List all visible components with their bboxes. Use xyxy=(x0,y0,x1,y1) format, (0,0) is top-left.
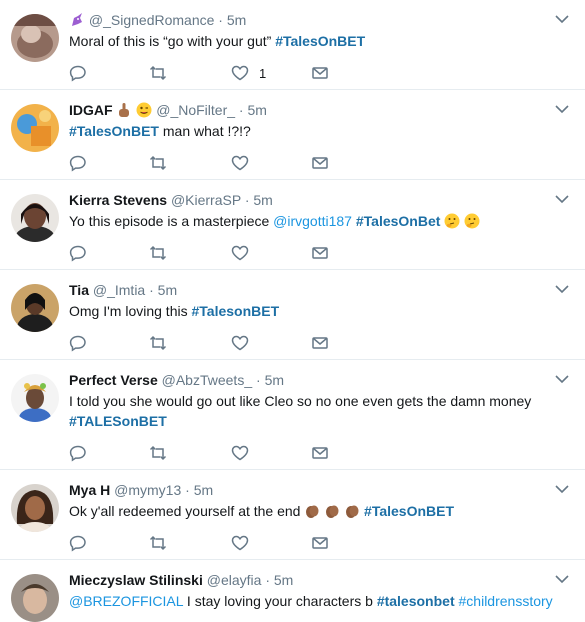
avatar[interactable] xyxy=(11,284,59,332)
tweet-text: Ok y'all redeemed yourself at the end #T… xyxy=(69,501,569,524)
tweet-handle[interactable]: @AbzTweets_ xyxy=(162,372,252,388)
heart-icon[interactable] xyxy=(231,533,249,553)
hashtag-link[interactable]: #TalesonBET xyxy=(192,303,280,319)
tweet-text: @BREZOFFICIAL I stay loving your charact… xyxy=(69,593,553,609)
tweet-actions xyxy=(69,333,369,353)
heart-icon[interactable] xyxy=(231,333,249,353)
mention-link[interactable]: @irvgotti187 xyxy=(273,213,352,229)
heart-icon[interactable] xyxy=(231,443,249,463)
heart-icon[interactable] xyxy=(231,153,249,173)
avatar[interactable] xyxy=(11,104,59,152)
tweet[interactable]: Mya H @mymy13 · 5m Ok y'all redeemed you… xyxy=(0,470,585,560)
clapping-hands-emoji-icon xyxy=(304,503,320,524)
tweet-text: Moral of this is “go with your gut” #Tal… xyxy=(69,33,366,49)
tweet-handle[interactable]: @KierraSP xyxy=(171,192,241,208)
tweet[interactable]: IDGAF @_NoFilter_ · 5m #TalesOnBET man w… xyxy=(0,90,585,180)
retweet-icon[interactable] xyxy=(149,153,167,173)
clapping-hands-emoji-icon xyxy=(344,503,360,524)
reply-icon[interactable] xyxy=(69,443,87,463)
mention-link[interactable]: @BREZOFFICIAL xyxy=(69,593,183,609)
tweet-author-name[interactable]: Mieczyslaw Stilinski xyxy=(69,572,203,588)
chevron-down-icon[interactable] xyxy=(555,284,569,294)
reply-icon[interactable] xyxy=(69,63,87,83)
tweet-actions xyxy=(69,153,369,173)
like-count: 1 xyxy=(259,65,267,81)
tweet-handle[interactable]: @_Imtia xyxy=(93,282,145,298)
hashtag-link[interactable]: #TalesOnBet xyxy=(356,213,441,229)
middle-finger-emoji-icon xyxy=(116,102,132,122)
tweet-time[interactable]: 5m xyxy=(253,192,272,208)
tweet-time[interactable]: 5m xyxy=(227,12,246,28)
tweet-author-name[interactable]: Mya H xyxy=(69,482,110,498)
hashtag-link[interactable]: #TalesOnBET xyxy=(69,123,159,139)
heart-icon[interactable] xyxy=(231,243,249,263)
clapping-hands-emoji-icon xyxy=(324,503,340,524)
chevron-down-icon[interactable] xyxy=(555,484,569,494)
thinking-face-emoji-icon xyxy=(464,213,480,234)
tweet-handle[interactable]: @elayfia xyxy=(207,572,262,588)
avatar[interactable] xyxy=(11,484,59,532)
chevron-down-icon[interactable] xyxy=(555,14,569,24)
reply-icon[interactable] xyxy=(69,333,87,353)
chevron-down-icon[interactable] xyxy=(555,574,569,584)
tweet-text: I told you she would go out like Cleo so… xyxy=(69,393,532,429)
tweet[interactable]: Mieczyslaw Stilinski @elayfia · 5m @BREZ… xyxy=(0,560,585,622)
avatar[interactable] xyxy=(11,14,59,62)
mail-icon[interactable] xyxy=(311,533,329,553)
tweet-time[interactable]: 5m xyxy=(274,572,293,588)
tweet-time[interactable]: 5m xyxy=(158,282,177,298)
tweet[interactable]: @_SignedRomance · 5m Moral of this is “g… xyxy=(0,0,585,90)
avatar[interactable] xyxy=(11,194,59,242)
hashtag-link[interactable]: #TALESonBET xyxy=(69,413,167,429)
tweet-feed: @_SignedRomance · 5m Moral of this is “g… xyxy=(0,0,585,622)
unicorn-emoji-icon xyxy=(69,12,85,32)
tweet-actions: 1 xyxy=(69,63,369,83)
reply-icon[interactable] xyxy=(69,533,87,553)
retweet-icon[interactable] xyxy=(149,533,167,553)
mail-icon[interactable] xyxy=(311,63,329,83)
like-button[interactable]: 1 xyxy=(231,63,266,83)
hashtag-link[interactable]: #TalesOnBET xyxy=(364,503,454,519)
tweet-actions xyxy=(69,533,369,553)
hashtag-link[interactable]: #talesonbet xyxy=(377,593,455,609)
tweet-actions xyxy=(69,243,369,263)
tweet[interactable]: Tia @_Imtia · 5m Omg I'm loving this #Ta… xyxy=(0,270,585,360)
retweet-icon[interactable] xyxy=(149,333,167,353)
retweet-icon[interactable] xyxy=(149,63,167,83)
avatar[interactable] xyxy=(11,374,59,422)
mail-icon[interactable] xyxy=(311,153,329,173)
hashtag-link[interactable]: #TalesOnBET xyxy=(275,33,365,49)
chevron-down-icon[interactable] xyxy=(555,374,569,384)
tweet-author-name[interactable]: Perfect Verse xyxy=(69,372,158,388)
thinking-face-emoji-icon xyxy=(444,213,460,234)
tweet-time[interactable]: 5m xyxy=(194,482,213,498)
heart-icon xyxy=(231,65,249,81)
tweet-time[interactable]: 5m xyxy=(247,102,266,118)
tweet[interactable]: Kierra Stevens @KierraSP · 5m Yo this ep… xyxy=(0,180,585,270)
avatar[interactable] xyxy=(11,574,59,622)
mail-icon[interactable] xyxy=(311,333,329,353)
mail-icon[interactable] xyxy=(311,443,329,463)
retweet-icon[interactable] xyxy=(149,443,167,463)
chevron-down-icon[interactable] xyxy=(555,104,569,114)
reply-icon[interactable] xyxy=(69,243,87,263)
tweet-time[interactable]: 5m xyxy=(265,372,284,388)
hashtag-link[interactable]: #childrensstory xyxy=(459,593,553,609)
mail-icon[interactable] xyxy=(311,243,329,263)
tweet-author-name[interactable]: Tia xyxy=(69,282,89,298)
tweet-text: Omg I'm loving this #TalesonBET xyxy=(69,303,280,319)
tweet-text: #TalesOnBET man what !?!? xyxy=(69,123,251,139)
tongue-out-wink-emoji-icon xyxy=(136,102,152,122)
tweet-handle[interactable]: @mymy13 xyxy=(114,482,181,498)
tweet-handle[interactable]: @_SignedRomance xyxy=(89,12,215,28)
tweet[interactable]: Perfect Verse @AbzTweets_ · 5m I told yo… xyxy=(0,360,585,470)
tweet-author-name[interactable]: IDGAF xyxy=(69,102,113,118)
chevron-down-icon[interactable] xyxy=(555,194,569,204)
tweet-text: Yo this episode is a masterpiece @irvgot… xyxy=(69,211,569,234)
retweet-icon[interactable] xyxy=(149,243,167,263)
tweet-handle[interactable]: @_NoFilter_ xyxy=(156,102,235,118)
reply-icon[interactable] xyxy=(69,153,87,173)
tweet-actions xyxy=(69,443,369,463)
tweet-author-name[interactable]: Kierra Stevens xyxy=(69,192,167,208)
